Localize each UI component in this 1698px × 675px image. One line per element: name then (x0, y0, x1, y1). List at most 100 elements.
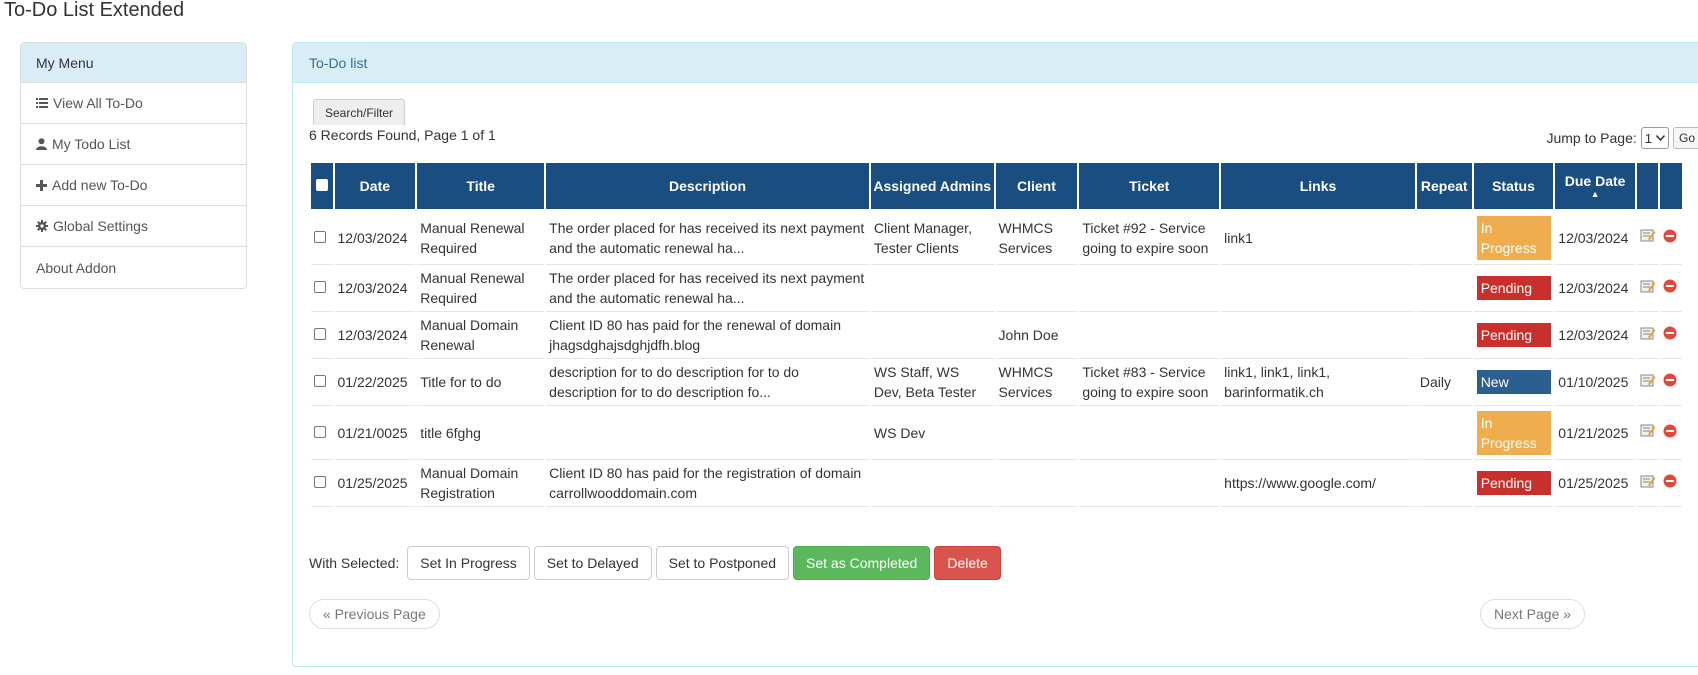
status-badge: In Progress (1476, 410, 1551, 455)
table-header-row: Date Title Description Assigned Admins C… (311, 163, 1682, 211)
cell-links[interactable] (1221, 312, 1415, 359)
cell-edit (1636, 265, 1659, 312)
set-postponed-button[interactable]: Set to Postponed (655, 546, 790, 580)
cell-repeat (1416, 265, 1472, 312)
edit-icon[interactable] (1640, 473, 1656, 489)
cell-date: 01/25/2025 (334, 460, 416, 507)
cell-date: 01/21/0025 (334, 406, 416, 460)
column-header-date[interactable]: Date (334, 163, 416, 211)
cell-ticket[interactable] (1079, 312, 1220, 359)
column-header-ticket[interactable]: Ticket (1079, 163, 1220, 211)
cell-links[interactable]: link1 (1221, 211, 1415, 265)
row-checkbox[interactable] (314, 476, 326, 488)
sidebar-header: My Menu (21, 43, 246, 83)
page-select-value: 1 (1644, 130, 1652, 146)
cell-links[interactable]: link1, link1, link1, barinformatik.ch (1221, 359, 1415, 406)
cell-admins (870, 460, 994, 507)
cell-links[interactable] (1221, 406, 1415, 460)
cell-links[interactable] (1221, 265, 1415, 312)
cell-title[interactable]: Title for to do (417, 359, 545, 406)
column-header-links[interactable]: Links (1221, 163, 1415, 211)
delete-icon[interactable] (1663, 373, 1677, 387)
cell-client[interactable]: John Doe (995, 312, 1078, 359)
select-all-header (311, 163, 333, 211)
jump-label: Jump to Page: (1546, 130, 1637, 146)
plus-icon (36, 179, 47, 191)
search-filter-tab[interactable]: Search/Filter (313, 99, 406, 125)
bulk-actions: With Selected: Set In Progress Set to De… (309, 546, 1001, 580)
cell-ticket[interactable]: Ticket #83 - Service going to expire soo… (1079, 359, 1220, 406)
sidebar-item-add-new[interactable]: Add new To-Do (21, 165, 246, 206)
row-checkbox[interactable] (314, 328, 326, 340)
sidebar-item-view-all[interactable]: View All To-Do (21, 83, 246, 124)
cell-links[interactable]: https://www.google.com/ (1221, 460, 1415, 507)
next-page-button[interactable]: Next Page » (1480, 599, 1586, 629)
cell-delete (1660, 211, 1682, 265)
cell-ticket[interactable] (1079, 460, 1220, 507)
set-in-progress-button[interactable]: Set In Progress (407, 546, 530, 580)
row-checkbox-cell (311, 406, 333, 460)
cell-title[interactable]: Manual Renewal Required (417, 211, 545, 265)
cell-client[interactable] (995, 406, 1078, 460)
row-checkbox-cell (311, 211, 333, 265)
column-header-description[interactable]: Description (546, 163, 869, 211)
previous-page-button[interactable]: « Previous Page (309, 599, 440, 629)
edit-icon[interactable] (1640, 372, 1656, 388)
column-header-repeat[interactable]: Repeat (1416, 163, 1472, 211)
row-checkbox[interactable] (314, 281, 326, 293)
delete-button[interactable]: Delete (934, 546, 1001, 580)
delete-icon[interactable] (1663, 229, 1677, 243)
row-checkbox-cell (311, 460, 333, 507)
delete-icon[interactable] (1663, 326, 1677, 340)
delete-icon[interactable] (1663, 424, 1677, 438)
cell-title[interactable]: Manual Domain Registration (417, 460, 545, 507)
delete-icon[interactable] (1663, 279, 1677, 293)
cell-client[interactable] (995, 265, 1078, 312)
cell-date: 12/03/2024 (334, 312, 416, 359)
cell-title[interactable]: title 6fghg (417, 406, 545, 460)
column-header-title[interactable]: Title (417, 163, 545, 211)
set-delayed-button[interactable]: Set to Delayed (533, 546, 652, 580)
edit-icon[interactable] (1640, 325, 1656, 341)
row-checkbox[interactable] (314, 425, 326, 438)
page-select[interactable]: 1 (1640, 127, 1669, 149)
sidebar-item-label: Global Settings (53, 218, 148, 234)
table-row: 01/22/2025 Title for to do description f… (311, 359, 1682, 406)
row-checkbox[interactable] (314, 375, 326, 387)
cell-client[interactable]: WHMCS Services (995, 211, 1078, 265)
cell-title[interactable]: Manual Renewal Required (417, 265, 545, 312)
cell-ticket[interactable] (1079, 265, 1220, 312)
cell-date: 12/03/2024 (334, 265, 416, 312)
cell-title[interactable]: Manual Domain Renewal (417, 312, 545, 359)
status-badge: Pending (1476, 471, 1551, 495)
cell-date: 12/03/2024 (334, 211, 416, 265)
cell-ticket[interactable]: Ticket #92 - Service going to expire soo… (1079, 211, 1220, 265)
column-header-edit (1636, 163, 1659, 211)
column-header-admins[interactable]: Assigned Admins (870, 163, 994, 211)
sidebar-item-global-settings[interactable]: Global Settings (21, 206, 246, 247)
edit-icon[interactable] (1640, 422, 1656, 438)
cell-ticket[interactable] (1079, 406, 1220, 460)
table-row: 12/03/2024 Manual Domain Renewal Client … (311, 312, 1682, 359)
delete-icon[interactable] (1663, 474, 1677, 488)
cell-description (546, 406, 869, 460)
due-date-label: Due Date (1564, 173, 1626, 189)
cell-edit (1636, 359, 1659, 406)
list-icon (36, 97, 48, 109)
column-header-due-date[interactable]: Due Date ▲ (1555, 163, 1635, 211)
sidebar-item-my-todo[interactable]: My Todo List (21, 124, 246, 165)
column-header-status[interactable]: Status (1473, 163, 1554, 211)
cell-client[interactable]: WHMCS Services (995, 359, 1078, 406)
set-completed-button[interactable]: Set as Completed (793, 546, 931, 580)
cell-client[interactable] (995, 460, 1078, 507)
gear-icon (36, 220, 48, 232)
column-header-client[interactable]: Client (995, 163, 1078, 211)
edit-icon[interactable] (1640, 227, 1656, 243)
sidebar-item-about[interactable]: About Addon (21, 247, 246, 288)
row-checkbox[interactable] (314, 230, 326, 243)
cell-description: Client ID 80 has paid for the renewal of… (546, 312, 869, 359)
select-all-checkbox[interactable] (315, 179, 328, 191)
edit-icon[interactable] (1640, 278, 1656, 294)
table-row: 12/03/2024 Manual Renewal Required The o… (311, 265, 1682, 312)
go-button[interactable]: Go (1672, 127, 1698, 149)
